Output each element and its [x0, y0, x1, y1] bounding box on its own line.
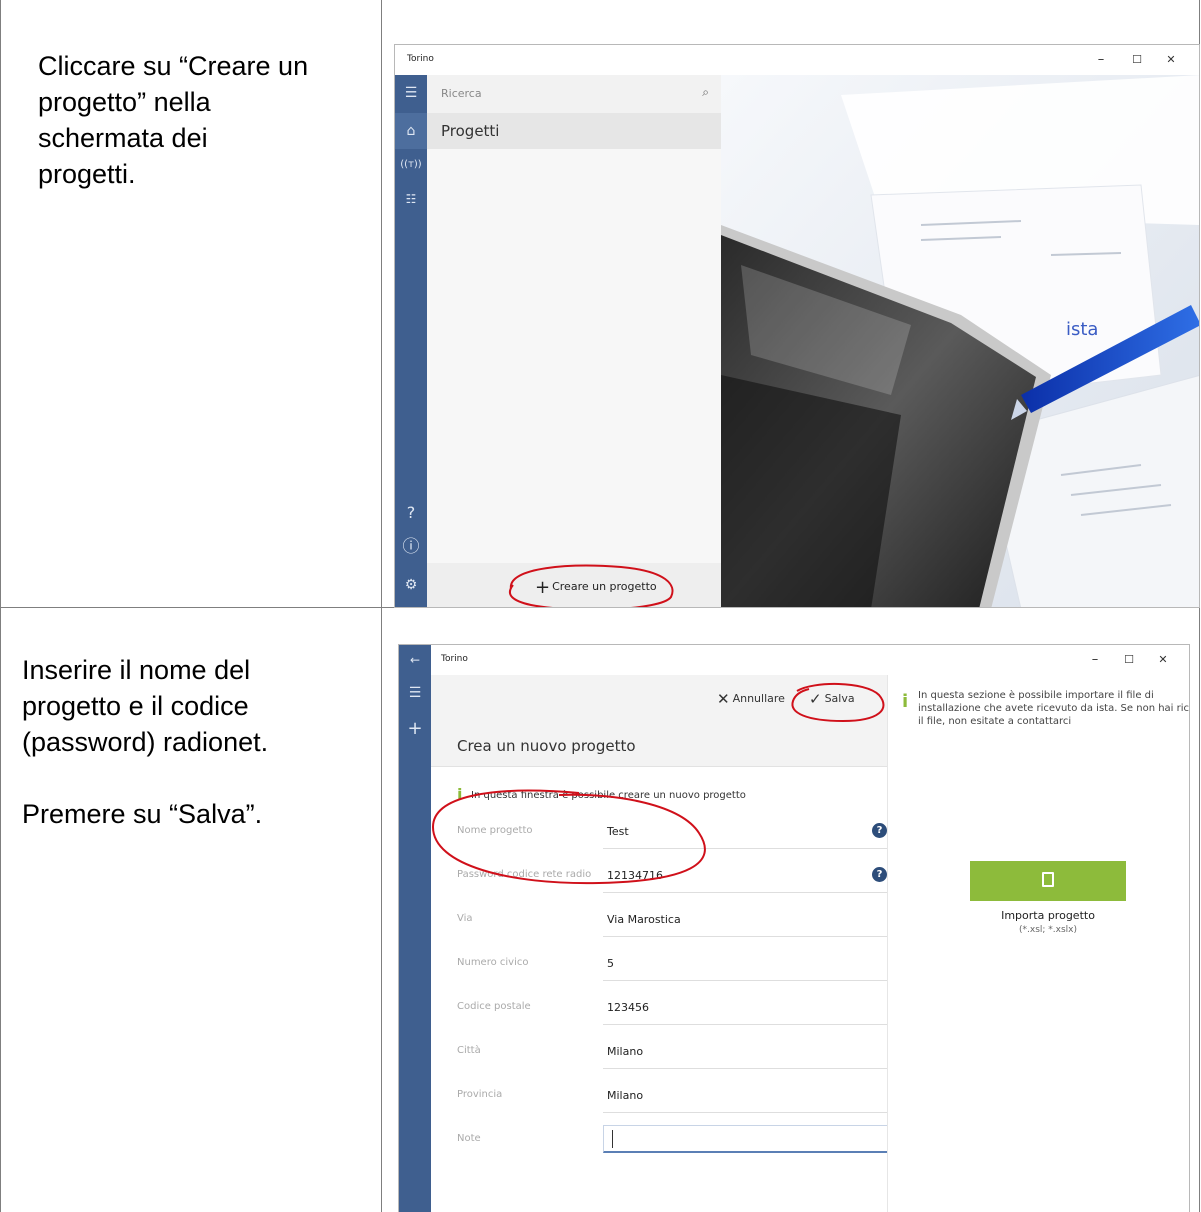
nav-rail: ☰ ⌂ ((ᴛ)) ☷ ? ⓘ ⚙	[395, 75, 427, 607]
instruction-line: Cliccare su “Creare un	[38, 51, 309, 81]
page-header: Crea un nuovo progetto	[431, 727, 887, 767]
instruction-line: progetti.	[38, 159, 136, 189]
nav-rail: ← ☰ +	[399, 645, 431, 1212]
search-icon[interactable]: ⌕	[702, 85, 709, 100]
help-icon[interactable]: ?	[395, 503, 427, 523]
nav-item-label: Progetti	[441, 122, 500, 140]
instruction-line: Inserire il nome del	[22, 655, 251, 685]
field-underline	[603, 1068, 897, 1069]
field-row: Provincia Milano	[457, 1075, 897, 1119]
table-border-left	[0, 0, 1, 1212]
import-extensions: (*.xsl; *.xslx)	[1019, 925, 1077, 935]
projects-window-screenshot: Torino – ☐ ✕ ☰ ⌂ ((ᴛ)) ☷ ? ⓘ ⚙ Ricerca ⌕…	[394, 44, 1200, 608]
field-row: Numero civico 5	[457, 943, 897, 987]
field-underline	[603, 980, 897, 981]
field-label: Provincia	[457, 1089, 503, 1100]
text-caret	[612, 1130, 613, 1148]
field-row: Codice postale 123456	[457, 987, 897, 1031]
window-title: Torino	[441, 654, 468, 664]
table-border-mid	[381, 0, 382, 1212]
brand-text: ista	[1066, 319, 1098, 340]
annotation-ellipse-save	[791, 683, 885, 723]
field-row: Note	[457, 1119, 897, 1163]
close-icon: ✕	[717, 690, 730, 708]
window-titlebar: Torino – ☐ ✕	[399, 645, 1189, 675]
field-label: Numero civico	[457, 957, 529, 968]
settings-icon[interactable]: ⚙	[395, 575, 427, 595]
maximize-button[interactable]: ☐	[1123, 49, 1151, 71]
search-box[interactable]: Ricerca ⌕	[427, 75, 721, 113]
antenna-icon[interactable]: ((ᴛ))	[395, 155, 427, 175]
maximize-button[interactable]: ☐	[1115, 649, 1143, 671]
field-label: Note	[457, 1133, 481, 1144]
page-title: Crea un nuovo progetto	[457, 737, 636, 755]
field-label: Codice postale	[457, 1001, 531, 1012]
help-icon[interactable]: ?	[872, 823, 887, 838]
note-input[interactable]	[603, 1125, 897, 1153]
annotation-ellipse-fields	[431, 789, 706, 885]
import-panel: i In questa sezione è possibile importar…	[887, 675, 1189, 1212]
field-label: Via	[457, 913, 473, 924]
nav-item-progetti[interactable]: Progetti	[427, 113, 721, 149]
field-row: Via Via Marostica	[457, 899, 897, 943]
window-title: Torino	[407, 54, 434, 64]
info-icon[interactable]: ⓘ	[395, 537, 427, 557]
field-underline	[603, 936, 897, 937]
minimize-button[interactable]: –	[1087, 49, 1115, 71]
field-row: Città Milano	[457, 1031, 897, 1075]
hamburger-icon[interactable]: ☰	[395, 83, 427, 103]
document-icon	[1042, 872, 1054, 887]
instruction-line: progetto e il codice	[22, 691, 249, 721]
minimize-button[interactable]: –	[1081, 649, 1109, 671]
background-photo: ista	[721, 75, 1199, 607]
field-underline	[603, 1112, 897, 1113]
step1-instruction: Cliccare su “Creare un progetto” nella s…	[38, 48, 308, 192]
instruction-line: progetto” nella	[38, 87, 211, 117]
projects-list	[427, 149, 721, 563]
instruction-line: Premere su “Salva”.	[22, 799, 263, 829]
back-arrow-icon[interactable]: ←	[399, 650, 431, 670]
city-input[interactable]: Milano	[607, 1045, 643, 1058]
instruction-line: (password) radionet.	[22, 727, 269, 757]
province-input[interactable]: Milano	[607, 1089, 643, 1102]
home-icon[interactable]: ⌂	[395, 113, 427, 149]
street-input[interactable]: Via Marostica	[607, 913, 681, 926]
help-icon[interactable]: ?	[872, 867, 887, 882]
tablet-and-pen-image: ista	[721, 75, 1199, 607]
instruction-line: schermata dei	[38, 123, 208, 153]
close-button[interactable]: ✕	[1149, 649, 1177, 671]
search-input[interactable]: Ricerca	[441, 87, 482, 100]
window-titlebar: Torino – ☐ ✕	[395, 45, 1199, 75]
import-info-text: In questa sezione è possibile importare …	[918, 690, 1190, 727]
import-project-button[interactable]	[970, 861, 1126, 901]
list-icon[interactable]: ☷	[395, 189, 427, 209]
step2-instruction: Inserire il nome del progetto e il codic…	[22, 652, 268, 832]
info-icon: i	[902, 691, 909, 712]
annotation-ellipse	[508, 564, 674, 607]
import-project-label: Importa progetto	[1001, 909, 1095, 922]
house-number-input[interactable]: 5	[607, 957, 614, 970]
cancel-button[interactable]: ✕ Annullare	[717, 690, 785, 708]
plus-icon[interactable]: +	[399, 719, 431, 739]
hamburger-icon[interactable]: ☰	[399, 683, 431, 703]
field-label: Città	[457, 1045, 481, 1056]
field-underline	[603, 1024, 897, 1025]
postal-code-input[interactable]: 123456	[607, 1001, 649, 1014]
close-button[interactable]: ✕	[1157, 49, 1185, 71]
new-project-window-screenshot: Torino – ☐ ✕ ← ☰ + ✕ Annullare ✓ Salva Cre…	[398, 644, 1190, 1212]
cancel-label: Annullare	[732, 692, 785, 705]
